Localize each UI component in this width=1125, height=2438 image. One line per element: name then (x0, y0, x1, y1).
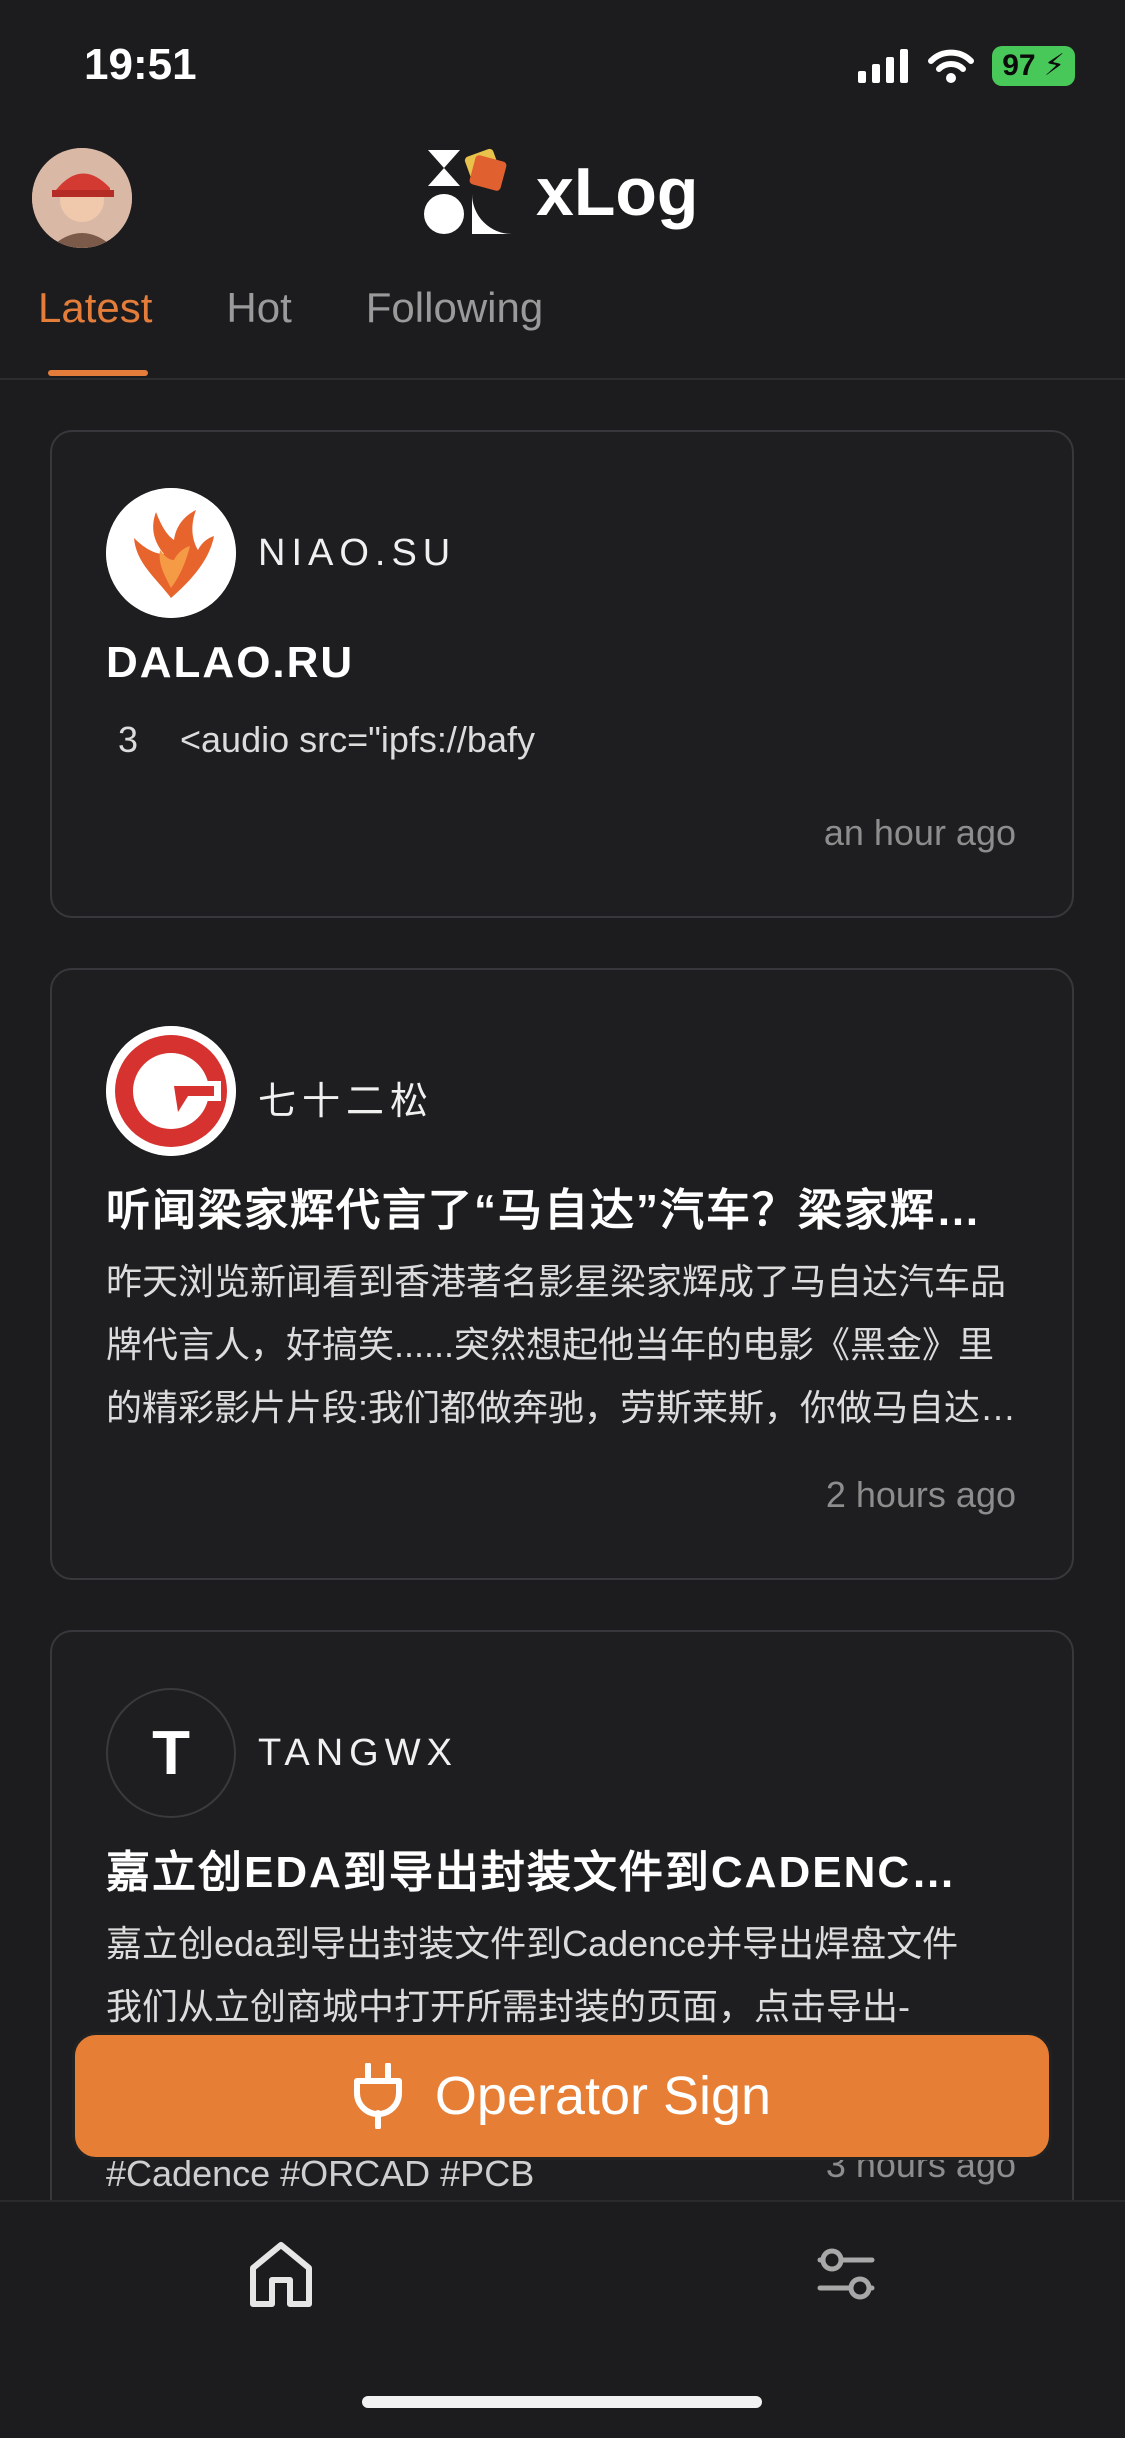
tab-hot[interactable]: Hot (226, 284, 291, 332)
author-avatar[interactable] (106, 488, 236, 618)
avatar-letter: T (152, 1718, 190, 1788)
author-avatar[interactable] (106, 1026, 236, 1156)
excerpt-number: 3 (118, 719, 139, 760)
feed-tabs: Latest Hot Following (38, 284, 543, 332)
settings-sliders-icon[interactable] (816, 2242, 876, 2306)
author-name[interactable]: 七十二松 (258, 1070, 434, 1125)
xlog-logo-icon (424, 148, 512, 234)
app-title: xLog (536, 154, 699, 230)
home-indicator[interactable] (362, 2396, 762, 2408)
post-card[interactable]: 七十二松 听闻梁家辉代言了“马自达”汽车？梁家辉… 昨天浏览新闻看到香港著名影星… (50, 968, 1074, 1580)
signal-icon (858, 49, 909, 83)
post-card[interactable]: NIAO.SU DALAO.RU 3 <audio src="ipfs://ba… (50, 430, 1074, 918)
post-excerpt: 昨天浏览新闻看到香港著名影星梁家辉成了马自达汽车品 牌代言人，好搞笑......… (106, 1250, 1036, 1439)
post-title[interactable]: 嘉立创EDA到导出封装文件到CADENC… (106, 1836, 1026, 1900)
wifi-icon (928, 49, 975, 83)
operator-sign-button[interactable]: Operator Sign (72, 2032, 1052, 2160)
app-logo: xLog (422, 146, 698, 238)
plug-icon (353, 2063, 402, 2129)
tabs-divider (0, 378, 1125, 380)
post-title[interactable]: 听闻梁家辉代言了“马自达”汽车？梁家辉… (106, 1174, 1026, 1238)
excerpt-line: 我们从立创商城中打开所需封装的页面，点击导出- (106, 1986, 910, 2027)
active-tab-indicator (48, 370, 148, 376)
tab-latest[interactable]: Latest (38, 284, 152, 332)
battery-indicator: 97 ⚡ (992, 46, 1075, 86)
author-avatar[interactable]: T (106, 1688, 236, 1818)
post-card[interactable]: T TANGWX 嘉立创EDA到导出封装文件到CADENC… 嘉立创eda到导出… (50, 1630, 1074, 2270)
post-time: an hour ago (823, 812, 1016, 853)
avatar-illustration (32, 148, 132, 248)
charging-icon: ⚡ (1043, 49, 1065, 82)
excerpt-line: 牌代言人，好搞笑......突然想起他当年的电影《黑金》里 (106, 1324, 995, 1365)
battery-level: 97 (1002, 49, 1036, 82)
home-icon[interactable] (248, 2240, 314, 2310)
post-title[interactable]: DALAO.RU (106, 638, 1006, 688)
status-time: 19:51 (84, 40, 197, 89)
post-excerpt: 嘉立创eda到导出封装文件到Cadence并导出焊盘文件 我们从立创商城中打开所… (106, 1912, 1036, 2038)
user-avatar[interactable] (32, 148, 132, 248)
author-name[interactable]: TANGWX (258, 1732, 458, 1775)
author-name[interactable]: NIAO.SU (258, 532, 456, 575)
post-time: 2 hours ago (825, 1474, 1016, 1515)
status-icons: 97 ⚡ (858, 46, 1075, 86)
tab-following[interactable]: Following (366, 284, 543, 332)
post-excerpt: <audio src="ipfs://bafy (180, 719, 535, 760)
phoenix-icon (106, 488, 236, 618)
excerpt-line: 昨天浏览新闻看到香港著名影星梁家辉成了马自达汽车品 (106, 1261, 1007, 1302)
excerpt-line: 的精彩影片片段:我们都做奔驰，劳斯莱斯，你做马自达… (106, 1387, 1017, 1428)
operator-sign-label: Operator Sign (434, 2066, 772, 2126)
excerpt-line: 嘉立创eda到导出封装文件到Cadence并导出焊盘文件 (106, 1923, 959, 1964)
g-logo-icon (106, 1026, 236, 1156)
